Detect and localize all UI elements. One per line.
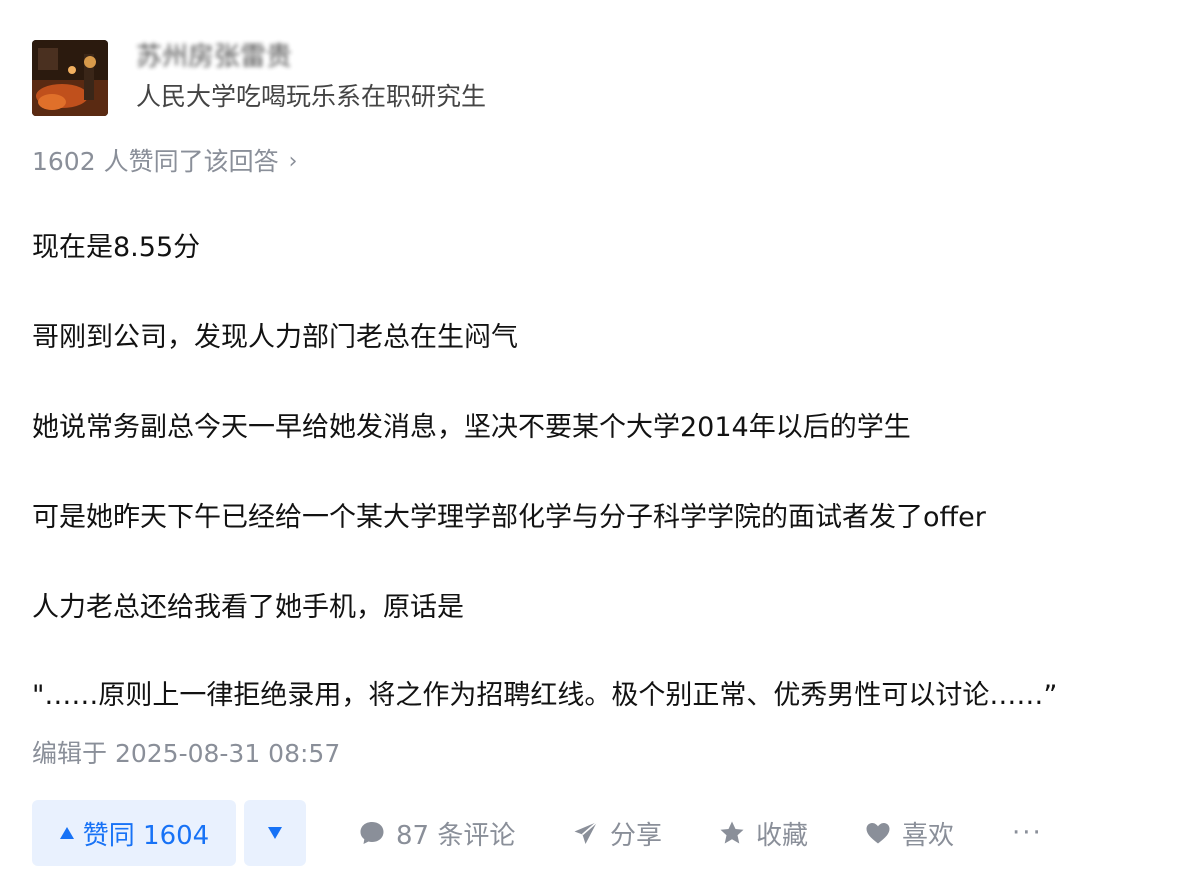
downvote-button[interactable]: [244, 800, 306, 866]
like-label: 喜欢: [902, 820, 955, 851]
paragraph: 她说常务副总今天一早给她发消息，坚决不要某个大学2014年以后的学生: [32, 412, 911, 443]
paragraph: 可是她昨天下午已经给一个某大学理学部化学与分子科学学院的面试者发了offer: [32, 502, 986, 533]
agree-count-link[interactable]: 1602 人赞同了该回答 ›: [32, 144, 297, 180]
like-button[interactable]: 喜欢: [864, 800, 954, 866]
paragraph: 人力老总还给我看了她手机，原话是: [32, 592, 464, 623]
share-label: 分享: [610, 820, 663, 851]
comments-label: 87 条评论: [396, 820, 516, 851]
comments-button[interactable]: 87 条评论: [358, 800, 515, 866]
collect-label: 收藏: [756, 820, 809, 851]
star-icon: [720, 821, 744, 844]
quote-paragraph: "……原则上一律拒绝录用，将之作为招聘红线。极个别正常、优秀男性可以讨论……”: [32, 680, 1058, 711]
author-name[interactable]: 苏州房张雷贵: [136, 40, 292, 74]
paper-plane-icon: [574, 821, 598, 844]
paragraph: 哥刚到公司，发现人力部门老总在生闷气: [32, 322, 518, 353]
author-avatar[interactable]: [32, 40, 108, 116]
triangle-up-icon: [59, 827, 74, 839]
chevron-right-icon: ›: [288, 149, 298, 174]
more-icon: ···: [1012, 818, 1043, 848]
more-options-button[interactable]: ···: [1012, 800, 1043, 866]
heart-icon: [866, 823, 890, 844]
edited-timestamp: 编辑于 2025-08-31 08:57: [32, 739, 341, 768]
answer-card: 苏州房张雷贵 人民大学吃喝玩乐系在职研究生 1602 人赞同了该回答 › 现在是…: [0, 0, 1186, 890]
upvote-button[interactable]: 赞同 1604: [32, 800, 236, 866]
triangle-down-icon: [268, 827, 282, 839]
share-button[interactable]: 分享: [572, 800, 662, 866]
paragraph: 现在是8.55分: [32, 232, 201, 263]
agree-count-text: 1602 人赞同了该回答: [32, 147, 279, 176]
author-bio: 人民大学吃喝玩乐系在职研究生: [136, 82, 487, 111]
author-header: 苏州房张雷贵 人民大学吃喝玩乐系在职研究生: [32, 38, 792, 118]
upvote-label: 赞同 1604: [82, 820, 210, 851]
action-bar: 赞同 1604 87 条评论 分享 收藏 喜欢 ···: [32, 800, 1152, 868]
comment-bubble-icon: [360, 822, 384, 844]
collect-button[interactable]: 收藏: [718, 800, 808, 866]
